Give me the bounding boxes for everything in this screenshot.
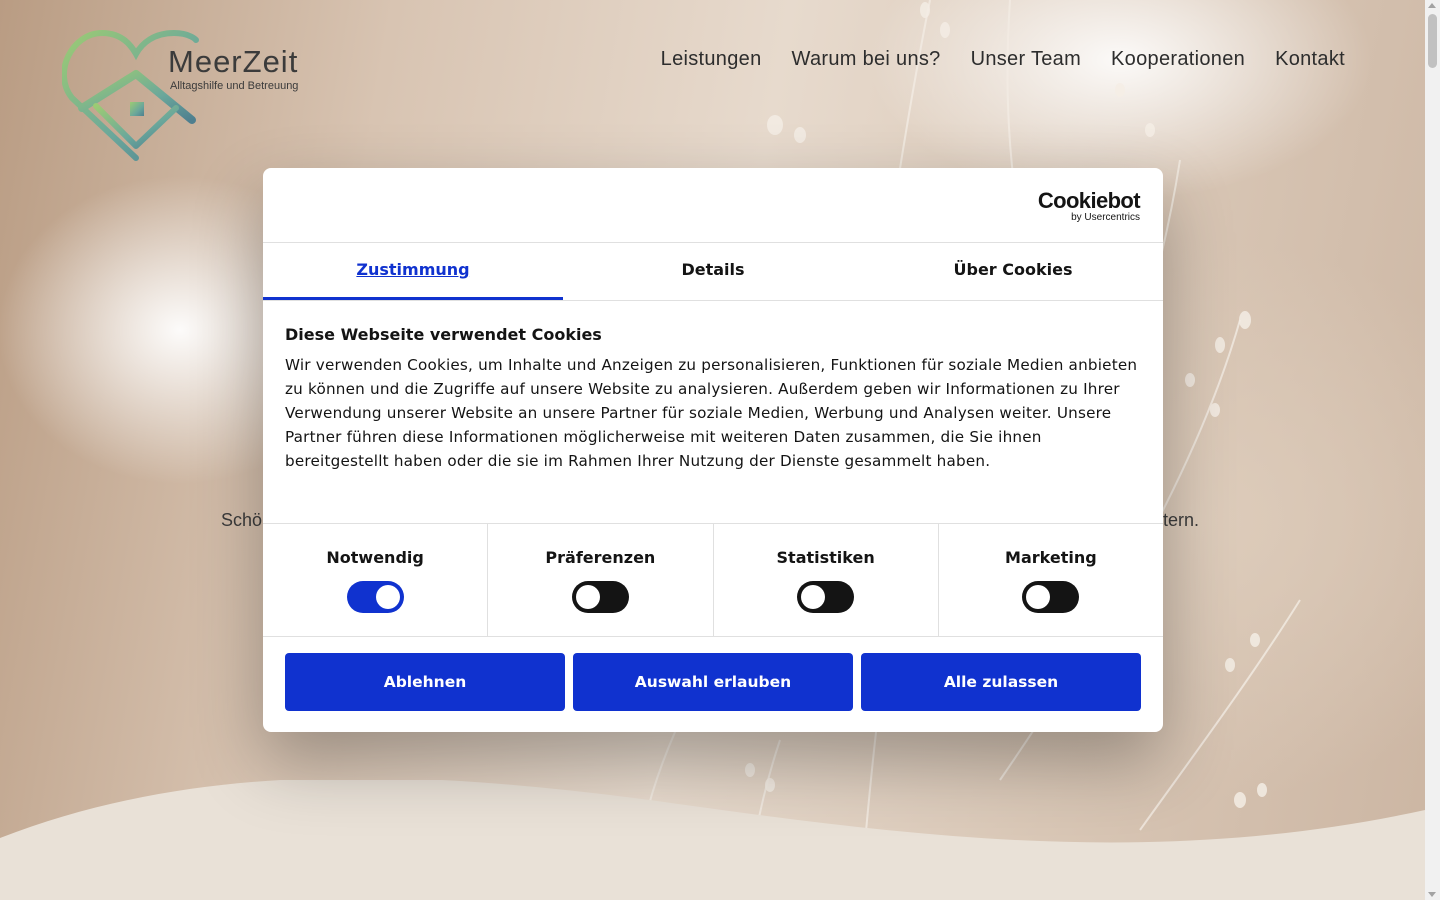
deny-button[interactable]: Ablehnen bbox=[285, 653, 565, 711]
tab-details-label: Details bbox=[681, 260, 745, 279]
logo-tagline: Alltagshilfe und Betreuung bbox=[170, 80, 299, 92]
cookiebot-subtitle: by Usercentrics bbox=[1071, 212, 1140, 223]
nav-warum-bei-uns[interactable]: Warum bei uns? bbox=[792, 48, 941, 71]
allow-selection-button[interactable]: Auswahl erlauben bbox=[573, 653, 853, 711]
category-statistiken: Statistiken bbox=[714, 524, 939, 636]
tab-ueber-cookies[interactable]: Über Cookies bbox=[863, 243, 1163, 300]
nav-leistungen[interactable]: Leistungen bbox=[661, 48, 762, 71]
category-label: Notwendig bbox=[326, 548, 424, 567]
toggle-praeferenzen[interactable] bbox=[571, 581, 629, 613]
cookiebot-logo[interactable]: Cookiebot by Usercentrics bbox=[1037, 188, 1141, 224]
tab-ueber-cookies-label: Über Cookies bbox=[953, 260, 1073, 279]
cookiebot-wordmark: Cookiebot bbox=[1037, 188, 1141, 213]
tab-zustimmung-label: Zustimmung bbox=[356, 260, 470, 279]
category-praeferenzen: Präferenzen bbox=[488, 524, 714, 636]
category-label: Marketing bbox=[1005, 548, 1097, 567]
consent-heading: Diese Webseite verwendet Cookies bbox=[285, 325, 602, 344]
tab-details[interactable]: Details bbox=[563, 243, 863, 300]
main-navigation: Leistungen Warum bei uns? Unser Team Koo… bbox=[661, 48, 1345, 71]
toggle-statistiken[interactable] bbox=[797, 581, 855, 613]
dialog-tabs: Zustimmung Details Über Cookies bbox=[263, 243, 1163, 301]
consent-buttons: Ablehnen Auswahl erlauben Alle zulassen bbox=[263, 637, 1163, 711]
nav-kontakt[interactable]: Kontakt bbox=[1275, 48, 1345, 71]
scroll-down-arrow-icon[interactable] bbox=[1428, 892, 1436, 897]
toggle-knob bbox=[1026, 585, 1051, 609]
dialog-header: Cookiebot by Usercentrics bbox=[263, 168, 1163, 243]
scrollbar-thumb[interactable] bbox=[1428, 14, 1437, 68]
category-notwendig: Notwendig bbox=[263, 524, 489, 636]
logo-wordmark: MeerZeit bbox=[168, 44, 299, 79]
allow-all-button[interactable]: Alle zulassen bbox=[861, 653, 1141, 711]
toggle-notwendig[interactable] bbox=[346, 581, 404, 613]
nav-kooperationen[interactable]: Kooperationen bbox=[1111, 48, 1245, 71]
toggle-knob bbox=[801, 585, 826, 609]
consent-description: Wir verwenden Cookies, um Inhalte und An… bbox=[285, 356, 1138, 470]
nav-unser-team[interactable]: Unser Team bbox=[971, 48, 1081, 71]
toggle-marketing[interactable] bbox=[1022, 581, 1080, 613]
cookie-category-toggles: Notwendig Präferenzen Statistiken Market… bbox=[263, 523, 1163, 637]
consent-content: Diese Webseite verwendet Cookies Wir ver… bbox=[263, 301, 1163, 523]
cookie-consent-dialog: Cookiebot by Usercentrics Zustimmung Det… bbox=[263, 168, 1163, 732]
toggle-knob bbox=[375, 585, 400, 609]
tab-zustimmung[interactable]: Zustimmung bbox=[263, 243, 563, 300]
category-label: Präferenzen bbox=[545, 548, 656, 567]
page-scrollbar[interactable] bbox=[1425, 0, 1440, 900]
category-marketing: Marketing bbox=[939, 524, 1163, 636]
scroll-up-arrow-icon[interactable] bbox=[1428, 3, 1436, 8]
section-wave-divider bbox=[0, 780, 1425, 900]
hero-text-fragment-right: tern. bbox=[1163, 510, 1200, 530]
category-label: Statistiken bbox=[776, 548, 875, 567]
toggle-knob bbox=[575, 585, 600, 609]
hero-text-fragment-left: Schö bbox=[221, 510, 263, 530]
